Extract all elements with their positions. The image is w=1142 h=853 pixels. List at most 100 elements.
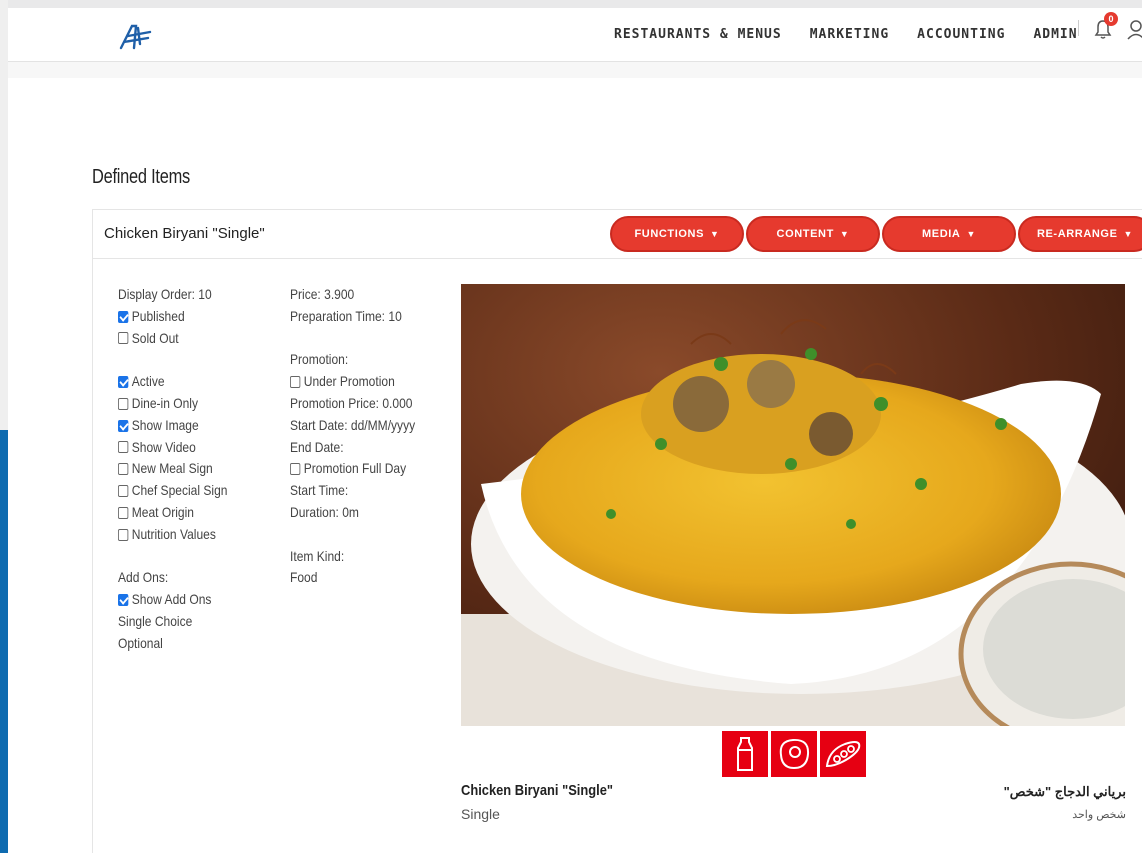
sold-out-checkbox[interactable]	[118, 332, 129, 345]
nav-restaurants-menus[interactable]: RESTAURANTS & MENUS	[614, 27, 782, 42]
start-time-text: Start Time:	[290, 482, 349, 499]
preparation-time-10-text: Preparation Time: 10	[290, 307, 402, 324]
logo-icon[interactable]	[118, 22, 154, 50]
chevron-down-icon: ▼	[966, 229, 976, 239]
milk-icon	[722, 731, 768, 777]
promotion-price-0-000-label: Promotion Price: 0.000	[290, 393, 436, 415]
item-properties-column-1: Display Order: 10 Published Sold Out Active…	[118, 284, 288, 655]
item-name-ar: برياني الدجاج "شخص"	[1003, 784, 1126, 799]
active-checkbox-row[interactable]: Active	[118, 371, 264, 393]
item-card-header: Chicken Biryani "Single" FUNCTIONS ▼ CONT…	[93, 210, 1142, 259]
item-kind-text: Item Kind:	[290, 547, 345, 564]
under-promotion-checkbox[interactable]	[290, 376, 301, 389]
published-text: Published	[131, 307, 185, 324]
preparation-time-10-label: Preparation Time: 10	[290, 306, 436, 328]
display-order-10-label: Display Order: 10	[118, 284, 264, 306]
optional-label: Optional	[118, 633, 264, 655]
content-button[interactable]: CONTENT ▼	[746, 216, 880, 252]
dine-in-only-checkbox-row[interactable]: Dine-in Only	[118, 393, 264, 415]
functions-button-label: FUNCTIONS	[634, 228, 705, 240]
show-image-checkbox-row[interactable]: Show Image	[118, 415, 264, 437]
top-navbar: RESTAURANTS & MENUS MARKETING ACCOUNTING…	[8, 8, 1142, 62]
item-desc-ar: شخص واحد	[1072, 809, 1126, 821]
chevron-down-icon: ▼	[1123, 229, 1134, 239]
page-title: Defined Items	[92, 166, 190, 188]
nav-admin[interactable]: ADMIN	[1033, 27, 1077, 42]
food-text: Food	[290, 569, 318, 586]
item-name-en: Chicken Biryani "Single"	[461, 782, 614, 799]
published-checkbox[interactable]	[118, 310, 129, 323]
show-video-text: Show Video	[131, 438, 196, 455]
promotion-text: Promotion:	[290, 351, 349, 368]
functions-button[interactable]: FUNCTIONS ▼	[610, 216, 744, 252]
media-button-label: MEDIA	[922, 228, 961, 240]
start-time-label: Start Time:	[290, 480, 436, 502]
single-choice-label: Single Choice	[118, 611, 264, 633]
nav-separator	[1078, 20, 1079, 36]
promotion-full-day-text: Promotion Full Day	[303, 460, 407, 477]
optional-text: Optional	[118, 634, 163, 651]
add-ons-text: Add Ons:	[118, 569, 169, 586]
window-top-strip	[0, 0, 1142, 8]
new-meal-sign-text: New Meal Sign	[131, 460, 213, 477]
promotion-label: Promotion:	[290, 349, 436, 371]
show-add-ons-checkbox[interactable]	[118, 594, 129, 607]
dine-in-only-checkbox[interactable]	[118, 397, 129, 410]
sold-out-text: Sold Out	[131, 329, 179, 346]
show-video-checkbox[interactable]	[118, 441, 129, 454]
item-kind-label: Item Kind:	[290, 546, 436, 568]
food-label: Food	[290, 567, 436, 589]
price-3-900-text: Price: 3.900	[290, 286, 355, 302]
meat-origin-checkbox[interactable]	[118, 506, 129, 519]
media-button[interactable]: MEDIA ▼	[882, 216, 1016, 252]
chef-special-sign-text: Chef Special Sign	[131, 482, 228, 499]
chef-special-sign-checkbox-row[interactable]: Chef Special Sign	[118, 480, 264, 502]
item-photo	[461, 284, 1125, 726]
sold-out-checkbox-row[interactable]: Sold Out	[118, 328, 264, 350]
show-image-checkbox[interactable]	[118, 419, 129, 432]
promotion-full-day-checkbox-row[interactable]: Promotion Full Day	[290, 458, 436, 480]
item-desc-en: Single	[461, 806, 500, 822]
user-icon[interactable]	[1126, 18, 1142, 40]
display-order-10-text: Display Order: 10	[118, 286, 212, 302]
new-meal-sign-checkbox[interactable]	[118, 463, 129, 476]
active-text: Active	[131, 373, 165, 390]
notification-badge: 0	[1104, 12, 1118, 26]
start-date-dd-mm-yyyy-text: Start Date: dd/MM/yyyy	[290, 416, 416, 433]
re-arrange-button-label: RE-ARRANGE	[1036, 228, 1118, 240]
promotion-full-day-checkbox[interactable]	[290, 463, 301, 476]
show-add-ons-checkbox-row[interactable]: Show Add Ons	[118, 589, 264, 611]
allergen-icons	[722, 731, 866, 777]
show-video-checkbox-row[interactable]: Show Video	[118, 437, 264, 459]
dine-in-only-text: Dine-in Only	[131, 394, 199, 411]
chevron-down-icon: ▼	[839, 229, 850, 239]
egg-icon	[771, 731, 817, 777]
new-meal-sign-checkbox-row[interactable]: New Meal Sign	[118, 458, 264, 480]
duration-0m-text: Duration: 0m	[290, 503, 359, 520]
show-image-text: Show Image	[131, 416, 199, 433]
show-add-ons-text: Show Add Ons	[131, 591, 212, 608]
meat-origin-checkbox-row[interactable]: Meat Origin	[118, 502, 264, 524]
re-arrange-button[interactable]: RE-ARRANGE ▼	[1018, 216, 1142, 252]
nutrition-values-checkbox-row[interactable]: Nutrition Values	[118, 524, 264, 546]
chevron-down-icon: ▼	[710, 229, 720, 239]
add-ons-label: Add Ons:	[118, 567, 264, 589]
item-title: Chicken Biryani "Single"	[104, 225, 265, 242]
nutrition-values-checkbox[interactable]	[118, 528, 129, 541]
under-promotion-checkbox-row[interactable]: Under Promotion	[290, 371, 436, 393]
nav-marketing[interactable]: MARKETING	[810, 27, 889, 42]
nutrition-values-text: Nutrition Values	[131, 525, 216, 542]
duration-0m-label: Duration: 0m	[290, 502, 436, 524]
chef-special-sign-checkbox[interactable]	[118, 485, 129, 498]
published-checkbox-row[interactable]: Published	[118, 306, 264, 328]
soy-icon	[820, 731, 866, 777]
nav-accounting[interactable]: ACCOUNTING	[917, 27, 1005, 42]
sidebar-edge	[0, 430, 8, 853]
active-checkbox[interactable]	[118, 376, 129, 389]
main-nav: RESTAURANTS & MENUS MARKETING ACCOUNTING…	[614, 27, 1078, 42]
meat-origin-text: Meat Origin	[131, 503, 194, 520]
end-date-label: End Date:	[290, 437, 436, 459]
